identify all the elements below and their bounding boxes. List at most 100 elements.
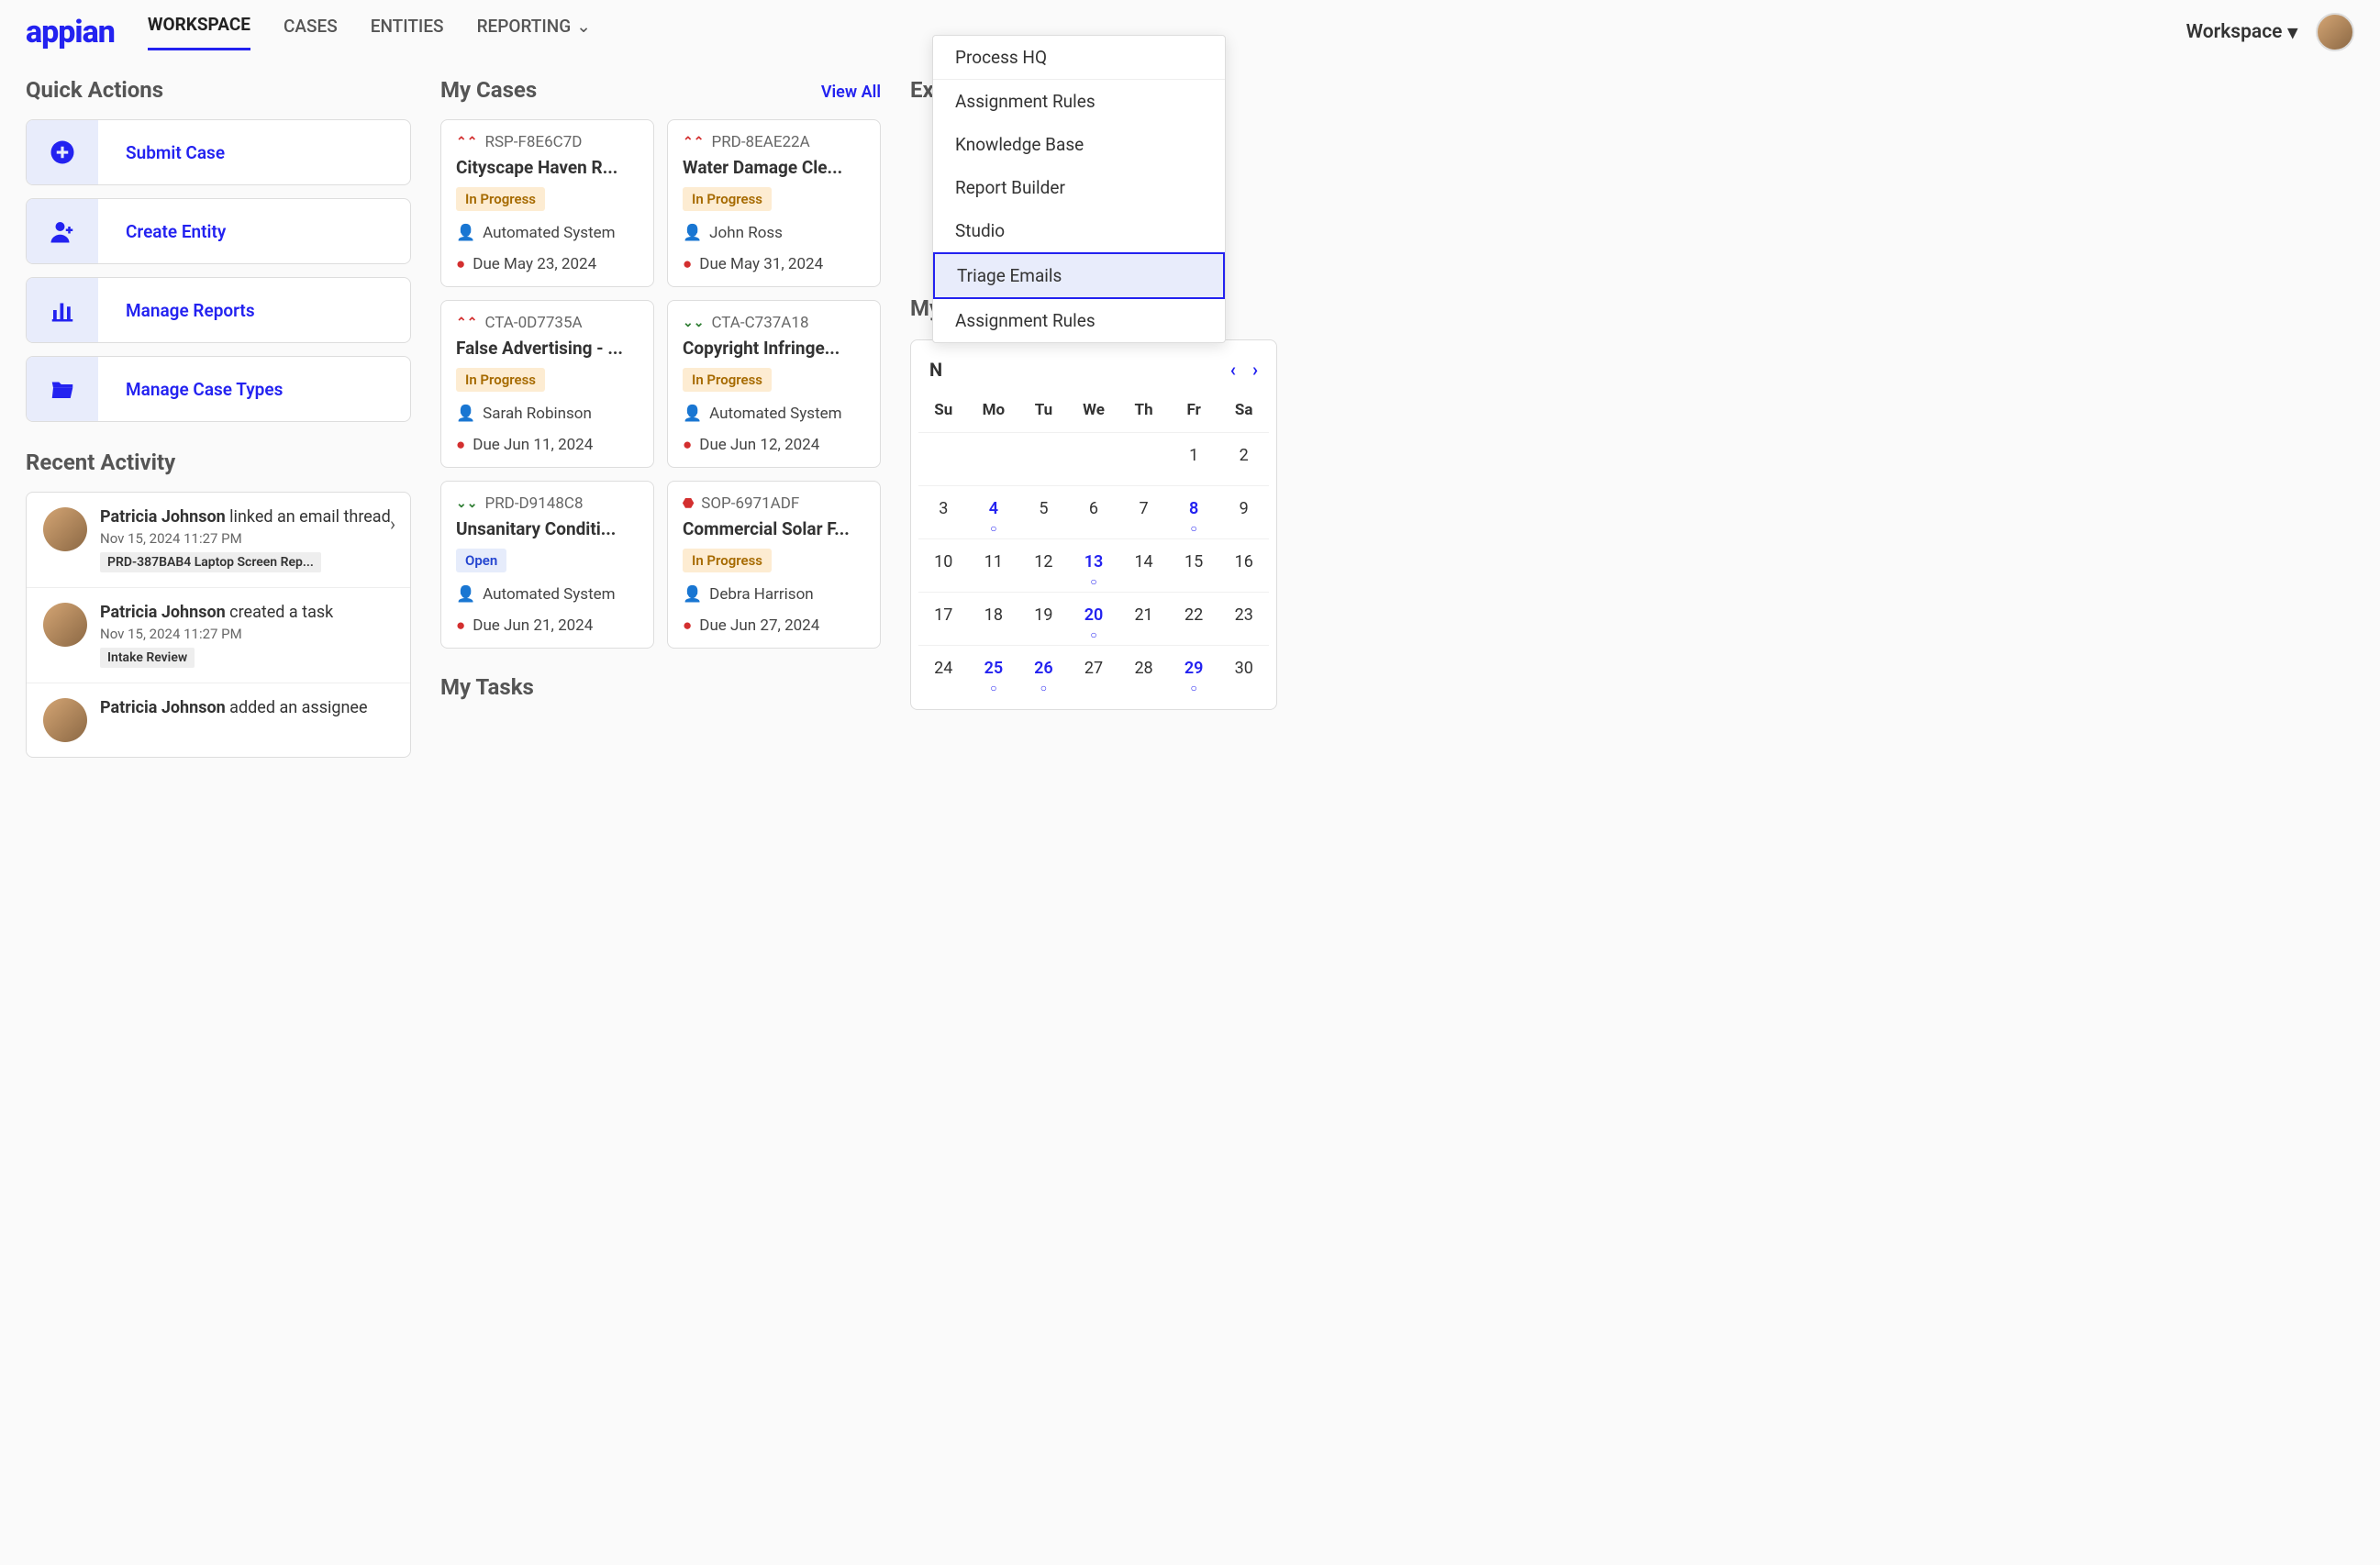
- case-id: PRD-8EAE22A: [711, 133, 809, 151]
- calendar-day[interactable]: 6: [1069, 485, 1119, 538]
- case-id-row: ⌃⌃PRD-8EAE22A: [683, 133, 865, 151]
- calendar-day[interactable]: 2: [1218, 432, 1269, 485]
- case-card[interactable]: ⌃⌃RSP-F8E6C7DCityscape Haven R...In Prog…: [440, 119, 654, 287]
- case-assignee: 👤John Ross: [683, 224, 865, 242]
- calendar-day[interactable]: 20: [1069, 592, 1119, 645]
- calendar-day[interactable]: 16: [1218, 538, 1269, 592]
- calendar-day[interactable]: 3: [918, 485, 969, 538]
- activity-tag: Intake Review: [100, 648, 195, 668]
- quick-action-manage-case-types[interactable]: Manage Case Types: [26, 356, 411, 422]
- left-column: Quick Actions Submit Case Create Entity …: [26, 77, 411, 758]
- case-id-row: ⬣SOP-6971ADF: [683, 494, 865, 513]
- calendar-day[interactable]: 10: [918, 538, 969, 592]
- quick-action-submit-case[interactable]: Submit Case: [26, 119, 411, 185]
- case-assignee: 👤Automated System: [683, 405, 865, 423]
- activity-item[interactable]: Patricia Johnson linked an email thread …: [27, 493, 410, 587]
- calendar-day: [1118, 432, 1169, 485]
- activity-item[interactable]: Patricia Johnson added an assignee: [27, 683, 410, 757]
- folder-open-icon: [27, 357, 98, 421]
- quick-action-manage-reports[interactable]: Manage Reports: [26, 277, 411, 343]
- calendar-month: N: [929, 359, 942, 381]
- user-plus-icon: [27, 199, 98, 263]
- case-card[interactable]: ⌄⌄PRD-D9148C8Unsanitary Conditi...Open👤A…: [440, 481, 654, 649]
- nav-reporting[interactable]: REPORTING ⌄: [477, 14, 592, 50]
- menu-item[interactable]: Assignment Rules: [933, 299, 1225, 342]
- activity-body: Patricia Johnson created a task Nov 15, …: [100, 603, 394, 668]
- calendar-day[interactable]: 29: [1169, 645, 1219, 698]
- calendar-day[interactable]: 9: [1218, 485, 1269, 538]
- view-all-link[interactable]: View All: [821, 83, 881, 102]
- calendar-day[interactable]: 26: [1018, 645, 1069, 698]
- case-card[interactable]: ⌃⌃PRD-8EAE22A Water Damage Cle... In Progr…: [667, 119, 881, 287]
- calendar: N ‹ › SuMoTuWeThFrSa12345678910111213141…: [910, 339, 1277, 710]
- case-title: Water Damage Cle...: [683, 157, 865, 178]
- calendar-day[interactable]: 11: [969, 538, 1019, 592]
- case-card[interactable]: ⬣SOP-6971ADFCommercial Solar F...In Prog…: [667, 481, 881, 649]
- case-id: CTA-C737A18: [711, 314, 808, 332]
- nav-entities[interactable]: ENTITIES: [371, 14, 444, 50]
- my-cases-header: My Cases View All: [440, 77, 881, 103]
- calendar-day[interactable]: 19: [1018, 592, 1069, 645]
- case-card[interactable]: ⌃⌃CTA-0D7735AFalse Advertising - ...In P…: [440, 300, 654, 468]
- menu-item[interactable]: Process HQ: [933, 36, 1225, 80]
- user-avatar[interactable]: [2316, 13, 2354, 51]
- calendar-day[interactable]: 18: [969, 592, 1019, 645]
- menu-item[interactable]: Knowledge Base: [933, 123, 1225, 166]
- status-badge: In Progress: [683, 187, 772, 211]
- calendar-day[interactable]: 15: [1169, 538, 1219, 592]
- calendar-day[interactable]: 21: [1118, 592, 1169, 645]
- case-assignee: 👤Debra Harrison: [683, 585, 865, 604]
- calendar-day[interactable]: 14: [1118, 538, 1169, 592]
- calendar-day[interactable]: 28: [1118, 645, 1169, 698]
- case-card[interactable]: ⌄⌄CTA-C737A18Copyright Infringe...In Pro…: [667, 300, 881, 468]
- calendar-day[interactable]: 17: [918, 592, 969, 645]
- calendar-day[interactable]: 5: [1018, 485, 1069, 538]
- activity-item[interactable]: Patricia Johnson created a task Nov 15, …: [27, 587, 410, 683]
- calendar-day[interactable]: 12: [1018, 538, 1069, 592]
- case-id-row: ⌃⌃RSP-F8E6C7D: [456, 133, 639, 151]
- case-assignee: 👤Automated System: [456, 585, 639, 604]
- quick-action-label: Submit Case: [98, 142, 252, 163]
- avatar: [43, 698, 87, 742]
- middle-column: My Cases View All ⌃⌃RSP-F8E6C7DCityscape…: [440, 77, 881, 758]
- calendar-day[interactable]: 25: [969, 645, 1019, 698]
- calendar-day[interactable]: 24: [918, 645, 969, 698]
- quick-action-create-entity[interactable]: Create Entity: [26, 198, 411, 264]
- nav-workspace[interactable]: WORKSPACE: [148, 14, 250, 50]
- user-icon: 👤: [683, 405, 702, 423]
- calendar-prev-icon[interactable]: ‹: [1230, 359, 1236, 381]
- calendar-day[interactable]: 4: [969, 485, 1019, 538]
- calendar-day[interactable]: 27: [1069, 645, 1119, 698]
- activity-text: Patricia Johnson linked an email thread: [100, 507, 394, 527]
- calendar-day[interactable]: 8: [1169, 485, 1219, 538]
- case-id-row: ⌄⌄PRD-D9148C8: [456, 494, 639, 513]
- calendar-day[interactable]: 13: [1069, 538, 1119, 592]
- workspace-dropdown[interactable]: Workspace ▾: [2186, 21, 2297, 44]
- menu-item[interactable]: Triage Emails: [933, 252, 1225, 299]
- menu-item[interactable]: Assignment Rules: [933, 80, 1225, 123]
- activity-time: Nov 15, 2024 11:27 PM: [100, 626, 394, 642]
- calendar-day[interactable]: 7: [1118, 485, 1169, 538]
- status-badge: In Progress: [456, 187, 545, 211]
- recent-activity-list: Patricia Johnson linked an email thread …: [26, 492, 411, 758]
- calendar-nav: ‹ ›: [1230, 359, 1258, 381]
- alert-icon: ●: [456, 255, 465, 273]
- user-icon: 👤: [456, 585, 475, 604]
- menu-item[interactable]: Report Builder: [933, 166, 1225, 209]
- avatar: [43, 507, 87, 551]
- calendar-dow: Su: [918, 394, 969, 432]
- quick-action-label: Manage Case Types: [98, 379, 310, 400]
- calendar-day: [1069, 432, 1119, 485]
- calendar-day[interactable]: 23: [1218, 592, 1269, 645]
- calendar-day[interactable]: 22: [1169, 592, 1219, 645]
- case-id-row: ⌄⌄CTA-C737A18: [683, 314, 865, 332]
- menu-item[interactable]: Studio: [933, 209, 1225, 252]
- cases-grid: ⌃⌃RSP-F8E6C7DCityscape Haven R...In Prog…: [440, 119, 881, 649]
- case-due: ●Due Jun 12, 2024: [683, 436, 865, 454]
- nav-cases[interactable]: CASES: [284, 14, 338, 50]
- calendar-next-icon[interactable]: ›: [1252, 359, 1258, 381]
- alert-icon: ●: [683, 436, 692, 454]
- case-id: CTA-0D7735A: [484, 314, 582, 332]
- calendar-day[interactable]: 30: [1218, 645, 1269, 698]
- calendar-day[interactable]: 1: [1169, 432, 1219, 485]
